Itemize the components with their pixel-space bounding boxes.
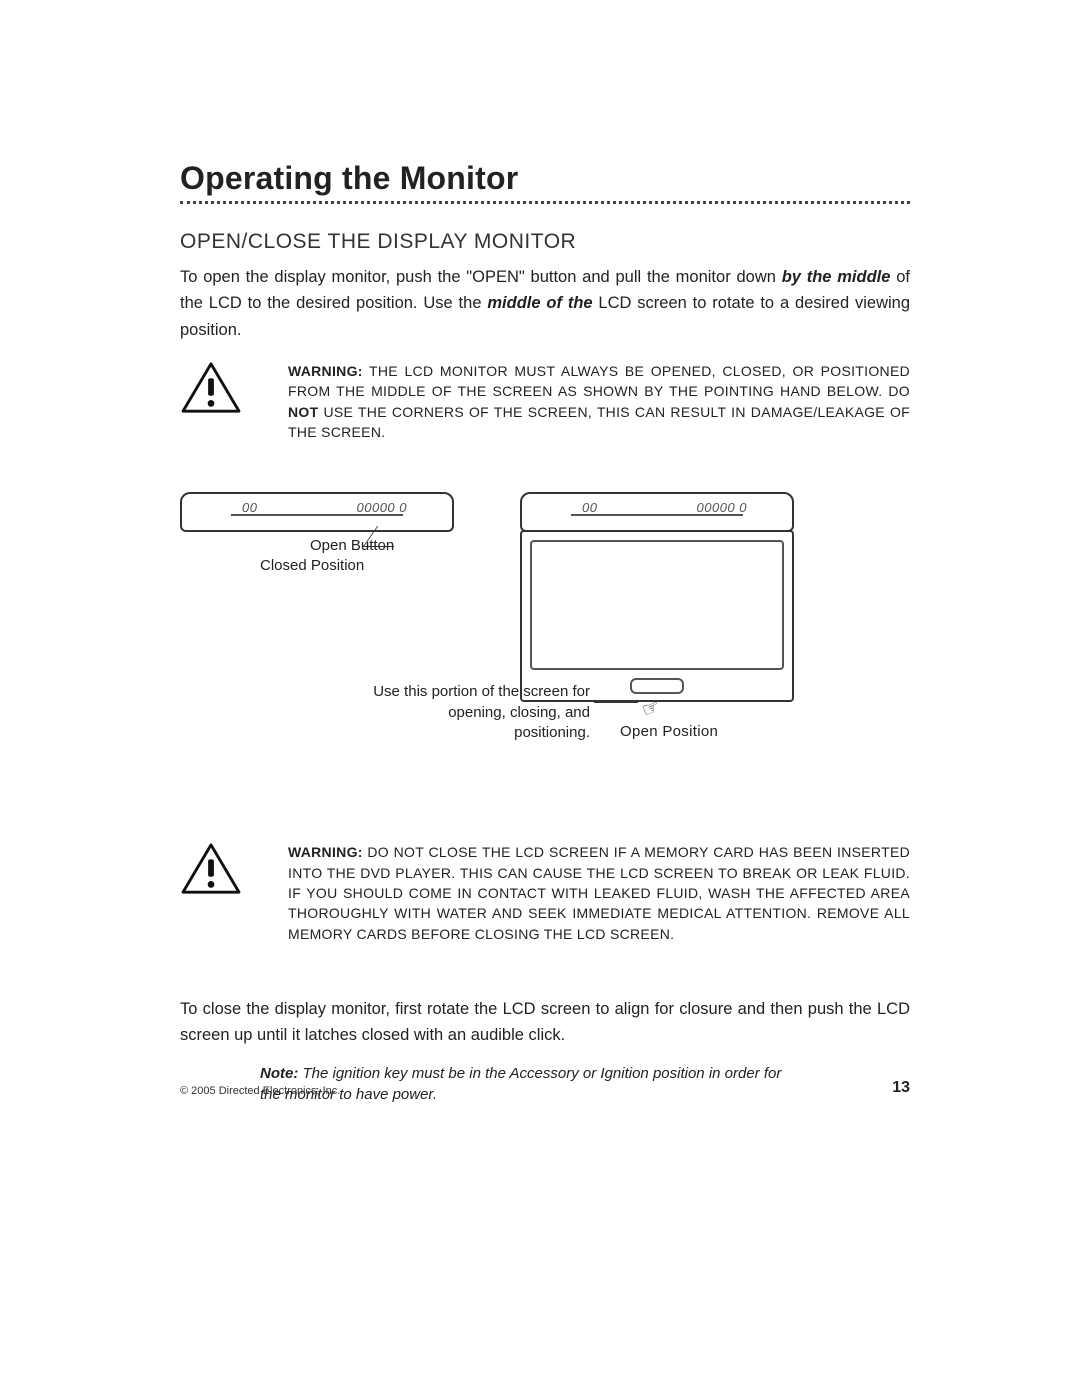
label-open-button: Open Button [310, 536, 394, 556]
warning-text: WARNING: DO NOT CLOSE THE LCD SCREEN IF … [288, 842, 910, 943]
warning-not: NOT [288, 404, 318, 420]
subsection-heading: OPEN/CLOSE THE DISPLAY MONITOR [180, 230, 910, 254]
warning-body: USE THE CORNERS OF THE SCREEN, THIS CAN … [288, 404, 910, 440]
dotted-rule [180, 201, 910, 204]
warning-block: WARNING: THE LCD MONITOR MUST ALWAYS BE … [180, 361, 910, 442]
intro-paragraph: To open the display monitor, push the "O… [180, 264, 910, 343]
closing-paragraph: To close the display monitor, first rota… [180, 996, 910, 1049]
monitor-diagram: 00 00000 0 Open Button Closed Position 0… [180, 482, 910, 782]
label-use-portion: Use this portion of the screen for openi… [370, 682, 590, 743]
open-monitor-top-illustration: 00 00000 0 [520, 492, 794, 532]
label-open-position: Open Position [620, 722, 718, 742]
intro-text: To open the display monitor, push the "O… [180, 268, 782, 286]
warning-body: THE LCD MONITOR MUST ALWAYS BE OPENED, C… [288, 363, 910, 399]
manual-page: Operating the Monitor OPEN/CLOSE THE DIS… [0, 0, 1080, 1397]
warning-icon [180, 842, 242, 901]
label-closed-position: Closed Position [260, 556, 364, 576]
warning-label: WARNING: [288, 363, 363, 379]
open-monitor-screen-illustration [520, 530, 794, 702]
warning-body: DO NOT CLOSE THE LCD SCREEN IF A MEMORY … [288, 844, 910, 941]
closed-monitor-illustration: 00 00000 0 [180, 492, 454, 532]
intro-emphasis: middle of the [487, 294, 592, 312]
leader-line [594, 702, 638, 703]
warning-icon [180, 361, 242, 420]
intro-emphasis: by the middle [782, 268, 891, 286]
copyright: © 2005 Directed Electronics, Inc. [180, 1085, 340, 1097]
warning-text: WARNING: THE LCD MONITOR MUST ALWAYS BE … [288, 361, 910, 442]
page-number: 13 [892, 1079, 910, 1097]
section-title: Operating the Monitor [180, 160, 910, 197]
warning-block: WARNING: DO NOT CLOSE THE LCD SCREEN IF … [180, 842, 910, 943]
warning-label: WARNING: [288, 844, 363, 860]
page-footer: © 2005 Directed Electronics, Inc. 13 [180, 1079, 910, 1097]
